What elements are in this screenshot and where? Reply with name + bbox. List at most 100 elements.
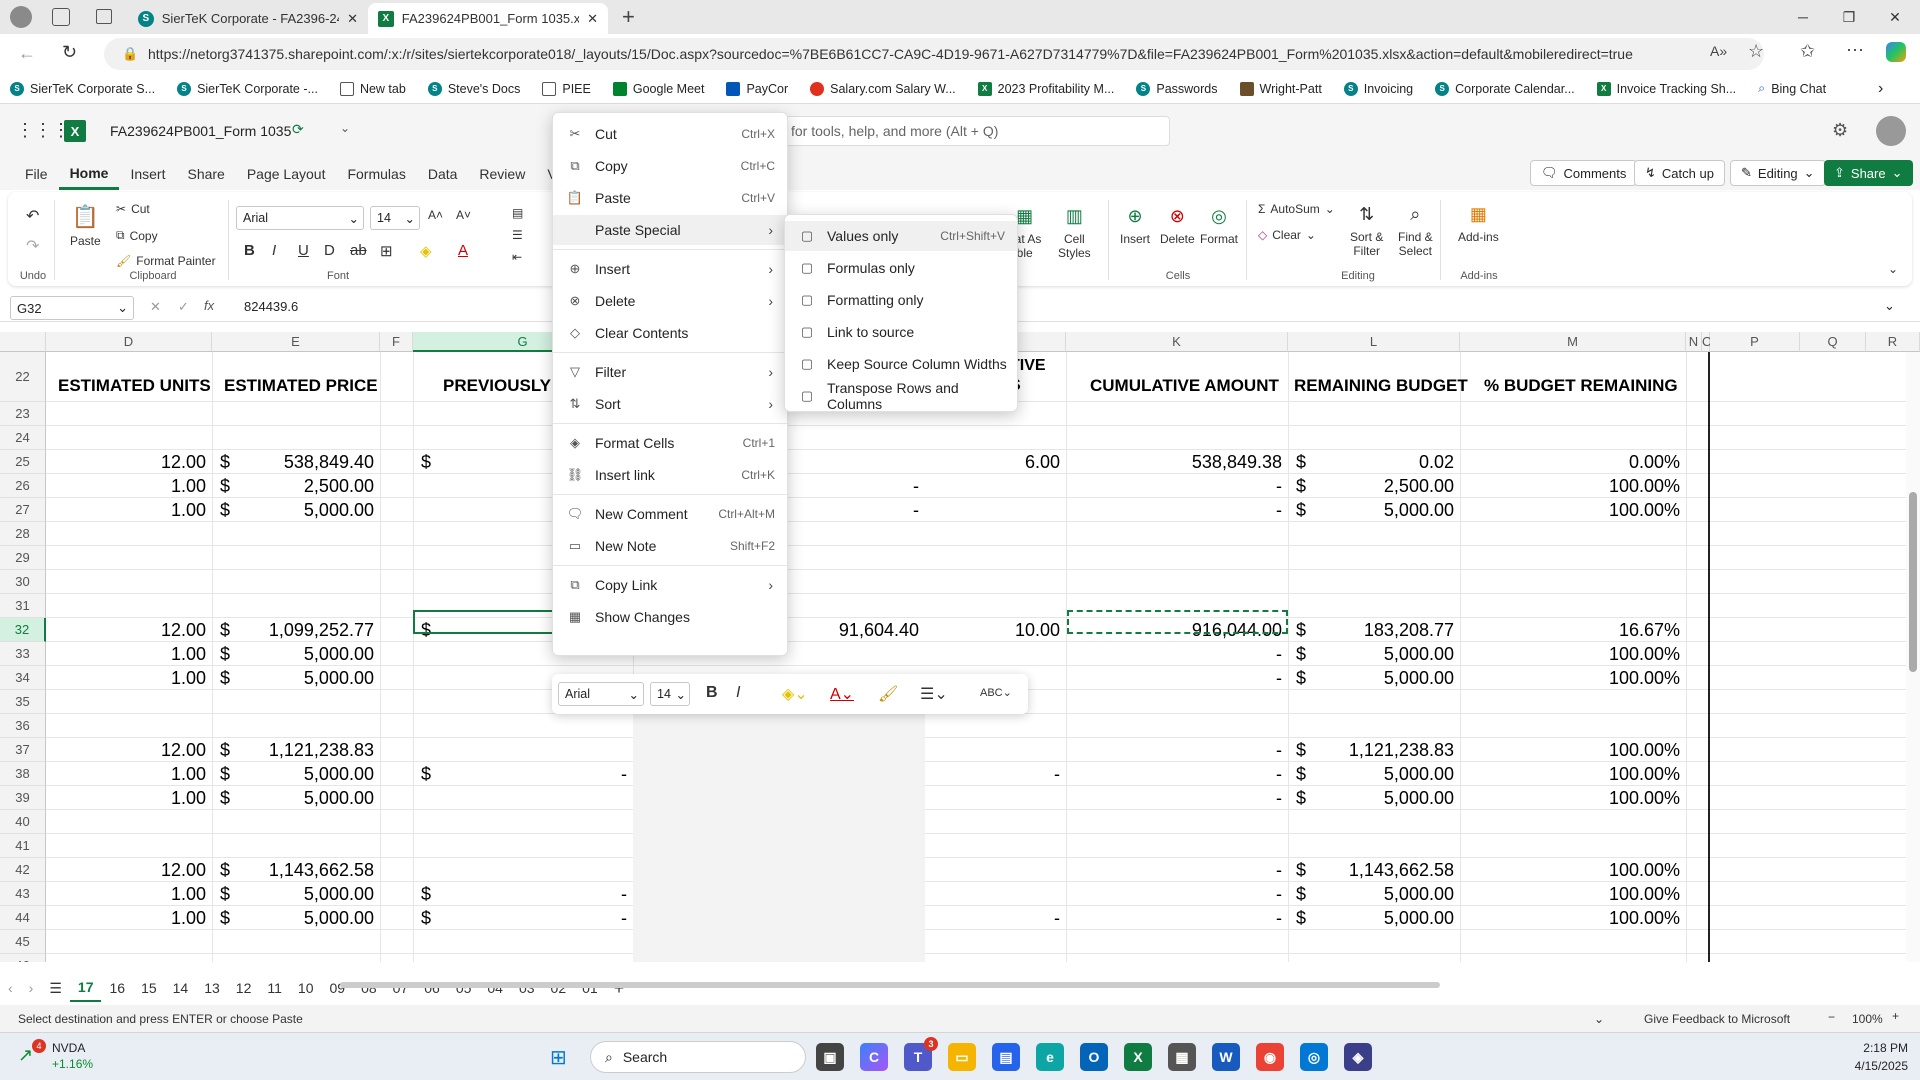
sheet-tab-15[interactable]: 15	[133, 974, 165, 1002]
sheet-tab-08[interactable]: 08	[353, 974, 385, 1002]
menu-item-sort[interactable]: ⇅ Sort ›	[553, 389, 787, 419]
cell-L33[interactable]: 5,000.00	[1288, 644, 1454, 665]
row-header-45[interactable]: 45	[0, 930, 46, 954]
teams-icon[interactable]: T3	[904, 1037, 938, 1071]
cell-M42[interactable]: 100.00%	[1460, 860, 1680, 881]
row-header-26[interactable]: 26	[0, 474, 46, 498]
file-explorer-icon[interactable]: ▭	[948, 1043, 976, 1071]
sheet-tab-07[interactable]: 07	[385, 974, 417, 1002]
cell-E39[interactable]: 5,000.00	[212, 788, 374, 809]
sheet-tab-14[interactable]: 14	[165, 974, 197, 1002]
fav-item[interactable]: PayCor	[726, 81, 788, 96]
column-header-F[interactable]: F	[380, 332, 413, 352]
tab-page-layout[interactable]: Page Layout	[236, 158, 337, 190]
column-header-N[interactable]: N	[1686, 332, 1702, 352]
comments-button[interactable]: 🗨 Comments	[1530, 160, 1638, 186]
file-name[interactable]: FA239624PB001_Form 1035	[110, 123, 291, 139]
row-header-42[interactable]: 42	[0, 858, 46, 882]
chevron-down-icon[interactable]: ⌄	[340, 121, 350, 135]
zoom-in-icon[interactable]: +	[1892, 1009, 1899, 1023]
row-header-34[interactable]: 34	[0, 666, 46, 690]
paste-option-link-to-source[interactable]: ▢ Link to source	[785, 317, 1017, 347]
mini-italic-icon[interactable]: I	[736, 684, 740, 702]
italic-icon[interactable]: I	[272, 242, 276, 259]
close-window-icon[interactable]: ✕	[1872, 0, 1918, 34]
cell-M38[interactable]: 100.00%	[1460, 764, 1680, 785]
catch-up-button[interactable]: ↯ Catch up	[1634, 160, 1725, 186]
edge-icon[interactable]: e	[1036, 1043, 1064, 1071]
cell-K25[interactable]: 538,849.38	[1066, 452, 1282, 473]
paste-option-formulas-only[interactable]: ▢ Formulas only	[785, 253, 1017, 283]
cell-M34[interactable]: 100.00%	[1460, 668, 1680, 689]
ribbon-collapse-icon[interactable]: ⌄	[1888, 262, 1898, 276]
settings-gear-icon[interactable]: ⚙	[1832, 120, 1848, 141]
cell-E37[interactable]: 1,121,238.83	[212, 740, 374, 761]
fav-item[interactable]: S SierTeK Corporate S...	[10, 81, 155, 96]
cell-K37[interactable]: -	[1066, 740, 1282, 761]
minimize-icon[interactable]: ─	[1780, 0, 1826, 34]
cell-E25[interactable]: 538,849.40	[212, 452, 374, 473]
sheet-tab-02[interactable]: 02	[543, 974, 575, 1002]
menu-item-clear-contents[interactable]: ◇ Clear Contents	[553, 318, 787, 348]
cell-K27[interactable]: -	[1066, 500, 1282, 521]
app-icon[interactable]: ◈	[1344, 1043, 1372, 1071]
cell-G38[interactable]: -	[413, 764, 627, 785]
outlook-icon[interactable]: O	[1080, 1043, 1108, 1071]
font-size-dropdown[interactable]: 14 ⌄	[370, 206, 420, 230]
row-header-24[interactable]: 24	[0, 426, 46, 450]
autosum-button[interactable]: Σ AutoSum ⌄	[1258, 202, 1335, 216]
fav-item[interactable]: S SierTeK Corporate -...	[177, 81, 318, 96]
mini-font-dropdown[interactable]: Arial ⌄	[558, 682, 644, 706]
cell-M43[interactable]: 100.00%	[1460, 884, 1680, 905]
cell-L44[interactable]: 5,000.00	[1288, 908, 1454, 929]
cell-D42[interactable]: 12.00	[46, 860, 206, 881]
read-aloud-icon[interactable]: A»	[1710, 43, 1727, 59]
cell-K42[interactable]: -	[1066, 860, 1282, 881]
word-icon[interactable]: W	[1212, 1043, 1240, 1071]
fav-item[interactable]: S Corporate Calendar...	[1435, 81, 1575, 96]
row-header-39[interactable]: 39	[0, 786, 46, 810]
tab-actions-icon[interactable]	[96, 9, 112, 24]
mini-font-color-icon[interactable]: A⌄	[830, 684, 854, 704]
cell-L25[interactable]: 0.02	[1288, 452, 1454, 473]
calculator-icon[interactable]: ▦	[1168, 1043, 1196, 1071]
tab-insert[interactable]: Insert	[119, 158, 176, 190]
sheet-tab-06[interactable]: 06	[416, 974, 448, 1002]
sheet-tab-03[interactable]: 03	[511, 974, 543, 1002]
cell-styles-button[interactable]: ▥ Cell Styles	[1058, 206, 1091, 260]
mini-number-format-icon[interactable]: ABC⌄	[980, 686, 1012, 699]
cell-D38[interactable]: 1.00	[46, 764, 206, 785]
cell-D43[interactable]: 1.00	[46, 884, 206, 905]
column-header-L[interactable]: L	[1288, 332, 1460, 352]
back-icon[interactable]: ←	[18, 43, 36, 64]
app-launcher-icon[interactable]: ⋮⋮⋮	[16, 120, 70, 141]
more-icon[interactable]: ⋯	[1846, 40, 1864, 61]
cell-M39[interactable]: 100.00%	[1460, 788, 1680, 809]
decrease-indent-icon[interactable]: ⇤	[512, 250, 522, 264]
paste-option-values-only[interactable]: ▢ Values only Ctrl+Shift+V	[785, 221, 1017, 251]
menu-item-insert-link[interactable]: ⛓ Insert link Ctrl+K	[553, 460, 787, 490]
cut-button[interactable]: ✂ Cut	[116, 202, 150, 216]
windows-start-icon[interactable]: ⊞	[550, 1045, 567, 1070]
cell-L43[interactable]: 5,000.00	[1288, 884, 1454, 905]
search-box[interactable]: for tools, help, and more (Alt + Q)	[770, 116, 1170, 146]
menu-item-show-changes[interactable]: ▦ Show Changes	[553, 602, 787, 632]
formula-input[interactable]: 824439.6	[244, 299, 298, 314]
cell-E44[interactable]: 5,000.00	[212, 908, 374, 929]
fav-item[interactable]: X 2023 Profitability M...	[977, 81, 1114, 96]
decrease-font-icon[interactable]: A˅	[456, 208, 471, 222]
mini-bold-icon[interactable]: B	[706, 684, 718, 702]
fav-item[interactable]: S Steve's Docs	[427, 81, 520, 96]
store-icon[interactable]: ▤	[992, 1043, 1020, 1071]
cell-L37[interactable]: 1,121,238.83	[1288, 740, 1454, 761]
insert-cells-button[interactable]: ⊕ Insert	[1120, 206, 1150, 246]
column-header-O[interactable]: O	[1702, 332, 1712, 352]
sort-filter-button[interactable]: ⇅ Sort & Filter	[1350, 204, 1383, 258]
sheet-tab-04[interactable]: 04	[479, 974, 511, 1002]
borders-icon[interactable]: ⊞	[380, 242, 393, 260]
row-header-29[interactable]: 29	[0, 546, 46, 570]
cell-M37[interactable]: 100.00%	[1460, 740, 1680, 761]
mini-format-painter-icon[interactable]: 🖌	[878, 684, 898, 704]
browser-tab-excel[interactable]: X FA239624PB001_Form 1035.xlsx ✕	[368, 3, 608, 34]
mini-size-dropdown[interactable]: 14 ⌄	[650, 682, 690, 706]
